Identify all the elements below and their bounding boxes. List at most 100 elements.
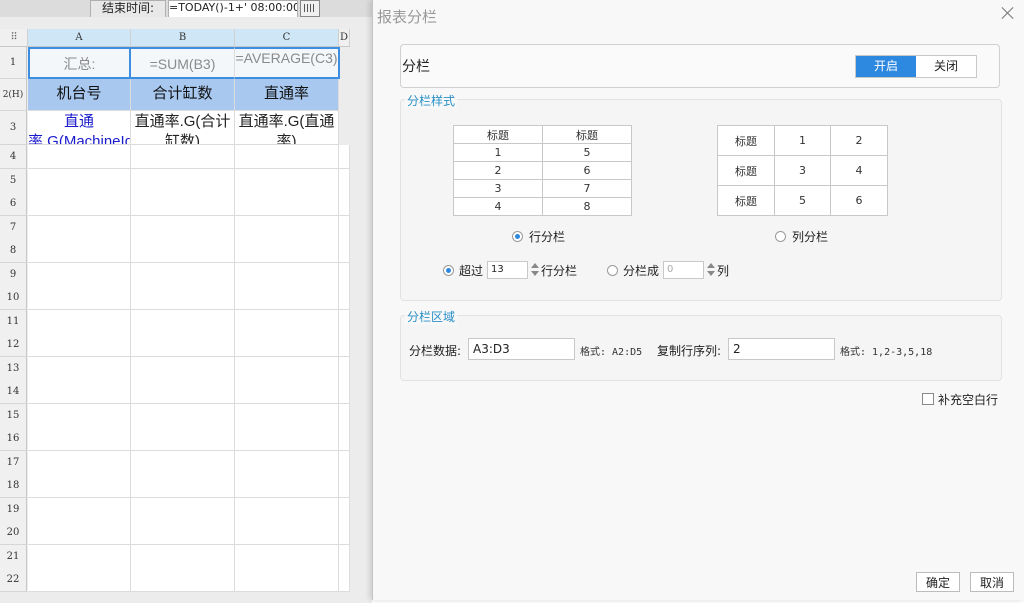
select-all-corner[interactable]: ⠿ xyxy=(0,29,28,47)
grid-cell[interactable] xyxy=(28,497,131,522)
grid-cell[interactable] xyxy=(131,356,235,381)
ok-button[interactable]: 确定 xyxy=(916,572,960,592)
grid-cell[interactable] xyxy=(131,215,235,240)
grid-cell[interactable] xyxy=(235,215,339,240)
grid-cell[interactable] xyxy=(235,544,339,569)
grid-cell[interactable] xyxy=(131,286,235,310)
grid-cell[interactable] xyxy=(28,145,131,169)
grid-cell[interactable] xyxy=(28,474,131,498)
grid-cell[interactable] xyxy=(28,168,131,193)
cell-a1[interactable]: 汇总: xyxy=(28,47,131,79)
grid-cell[interactable] xyxy=(131,309,235,334)
grid-cell[interactable] xyxy=(235,356,339,381)
grid-cell[interactable] xyxy=(131,333,235,357)
row-header-2[interactable]: 2(H) xyxy=(0,79,27,111)
grid-cell[interactable] xyxy=(339,239,350,263)
grid-cell[interactable] xyxy=(28,286,131,310)
cell-b2[interactable]: 合计缸数 xyxy=(131,79,235,111)
row-header-3[interactable]: 3 xyxy=(0,111,27,145)
grid-cell[interactable] xyxy=(339,544,350,569)
grid-cell[interactable] xyxy=(339,474,350,498)
row-header-7[interactable]: 7 xyxy=(0,215,27,240)
row-header-13[interactable]: 13 xyxy=(0,356,27,381)
cell-a2[interactable]: 机台号 xyxy=(28,79,131,111)
grid-cell[interactable] xyxy=(131,450,235,475)
row-header-20[interactable]: 20 xyxy=(0,521,27,545)
row-split-radio[interactable] xyxy=(512,231,523,242)
cell-c1[interactable]: =AVERAGE(C3) xyxy=(235,47,340,79)
cell-b1[interactable]: =SUM(B3) xyxy=(131,47,235,79)
grid-cell[interactable] xyxy=(235,145,339,169)
grid-cell[interactable] xyxy=(131,145,235,169)
row-header-18[interactable]: 18 xyxy=(0,474,27,498)
row-header-21[interactable]: 21 xyxy=(0,544,27,569)
grid-cell[interactable] xyxy=(339,309,350,334)
grid-cell[interactable] xyxy=(131,380,235,404)
grid-cell[interactable] xyxy=(28,521,131,545)
grid-cell[interactable] xyxy=(28,450,131,475)
grid-cell[interactable] xyxy=(235,497,339,522)
grid-cell[interactable] xyxy=(131,192,235,216)
grid-cell[interactable] xyxy=(339,286,350,310)
row-header-17[interactable]: 17 xyxy=(0,450,27,475)
grid-cell[interactable] xyxy=(28,403,131,428)
grid-cell[interactable] xyxy=(235,309,339,334)
grid-cell[interactable] xyxy=(28,192,131,216)
column-header-b[interactable]: B xyxy=(131,29,235,47)
enable-button[interactable]: 开启 xyxy=(856,56,916,77)
row-header-1[interactable]: 1 xyxy=(0,47,27,79)
row-header-19[interactable]: 19 xyxy=(0,497,27,522)
grid-cell[interactable] xyxy=(28,333,131,357)
grid-cell[interactable] xyxy=(28,380,131,404)
column-header-c[interactable]: C xyxy=(235,29,339,47)
grid-cell[interactable] xyxy=(131,168,235,193)
grid-cell[interactable] xyxy=(131,521,235,545)
row-header-12[interactable]: 12 xyxy=(0,333,27,357)
grid-cell[interactable] xyxy=(339,403,350,428)
grid-cell[interactable] xyxy=(28,215,131,240)
row-header-15[interactable]: 15 xyxy=(0,403,27,428)
grid-cell[interactable] xyxy=(339,521,350,545)
grid-cell[interactable] xyxy=(339,450,350,475)
grid-cell[interactable] xyxy=(28,568,131,592)
split-columns-input[interactable]: 0 xyxy=(663,261,704,279)
column-split-radio[interactable] xyxy=(775,231,786,242)
grid-cell[interactable] xyxy=(339,145,350,169)
cell-c2[interactable]: 直通率 xyxy=(235,79,339,111)
disable-button[interactable]: 关闭 xyxy=(916,56,976,77)
grid-cell[interactable] xyxy=(28,239,131,263)
row-header-6[interactable]: 6 xyxy=(0,192,27,216)
end-time-input[interactable]: =TODAY()-1+' 08:00:00 xyxy=(168,0,298,18)
grid-cell[interactable] xyxy=(339,192,350,216)
grid-cell[interactable] xyxy=(28,356,131,381)
row-header-10[interactable]: 10 xyxy=(0,286,27,310)
grid-cell[interactable] xyxy=(235,521,339,545)
column-header-d[interactable]: D xyxy=(339,29,350,47)
grid-cell[interactable] xyxy=(235,333,339,357)
grid-cell[interactable] xyxy=(339,333,350,357)
cell-b3[interactable]: 直通率.G(合计缸数) xyxy=(131,111,235,145)
grid-cell[interactable] xyxy=(339,356,350,381)
row-header-9[interactable]: 9 xyxy=(0,262,27,287)
grid-cell[interactable] xyxy=(235,239,339,263)
grid-cell[interactable] xyxy=(235,568,339,592)
row-header-22[interactable]: 22 xyxy=(0,568,27,592)
grid-cell[interactable] xyxy=(339,262,350,287)
grid-cell[interactable] xyxy=(235,427,339,451)
close-icon[interactable] xyxy=(1000,5,1016,21)
grid-cell[interactable] xyxy=(131,568,235,592)
row-header-5[interactable]: 5 xyxy=(0,168,27,193)
grid-cell[interactable] xyxy=(131,239,235,263)
grid-cell[interactable] xyxy=(131,497,235,522)
exceed-rows-stepper-icon[interactable] xyxy=(529,261,540,279)
grid-cell[interactable] xyxy=(28,427,131,451)
grid-cell[interactable] xyxy=(28,309,131,334)
grid-cell[interactable] xyxy=(131,403,235,428)
row-header-16[interactable]: 16 xyxy=(0,427,27,451)
exceed-rows-input[interactable]: 13 xyxy=(487,261,528,279)
grid-cell[interactable] xyxy=(131,262,235,287)
grid-cell[interactable] xyxy=(235,192,339,216)
grid-cell[interactable] xyxy=(28,262,131,287)
row-header-4[interactable]: 4 xyxy=(0,145,27,169)
grid-cell[interactable] xyxy=(235,450,339,475)
